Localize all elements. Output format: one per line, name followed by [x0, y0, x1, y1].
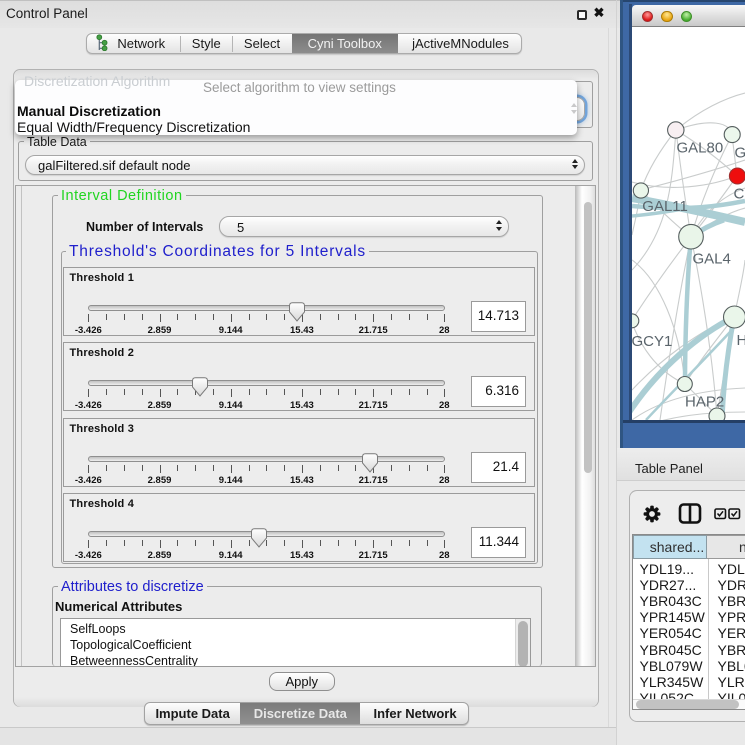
svg-text:H: H [737, 332, 745, 349]
svg-text:GA: GA [735, 145, 745, 162]
svg-text:GAL80: GAL80 [677, 140, 724, 157]
svg-text:C: C [734, 186, 745, 203]
svg-text:GAL4: GAL4 [693, 251, 731, 268]
svg-text:GCY1: GCY1 [632, 333, 672, 350]
svg-text:GAL11: GAL11 [642, 198, 688, 215]
svg-text:HAP2: HAP2 [685, 394, 724, 411]
